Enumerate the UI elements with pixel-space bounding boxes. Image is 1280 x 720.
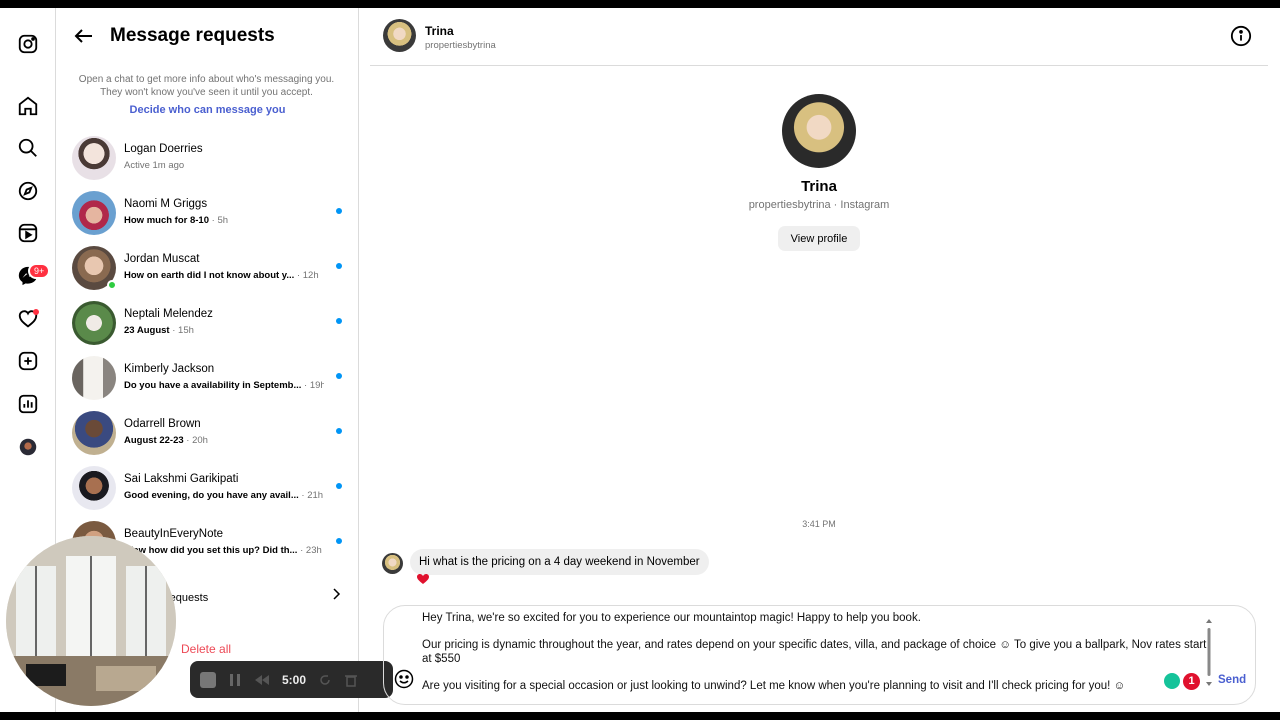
unread-dot [336, 428, 342, 434]
request-name: Logan Doerries [124, 143, 203, 155]
request-name: Jordan Muscat [124, 253, 200, 265]
trash-icon[interactable] [344, 673, 358, 687]
avatar [72, 190, 116, 235]
request-list: Logan Doerries Active 1m ago Naomi M Gri… [72, 130, 352, 570]
page-scrollbar[interactable] [1268, 8, 1280, 712]
decide-who-can-message-link[interactable]: Decide who can message you [56, 104, 359, 116]
chat-pane: Trina propertiesbytrina Trina properties… [370, 8, 1268, 712]
request-status: Active 1m ago [124, 160, 185, 171]
unread-dot [336, 538, 342, 544]
chat-username: propertiesbytrina [425, 40, 496, 51]
online-indicator [107, 279, 117, 290]
restart-icon[interactable] [318, 673, 332, 687]
dashboard-icon[interactable] [16, 392, 40, 416]
request-name: Naomi M Griggs [124, 198, 208, 210]
instagram-logo-icon[interactable] [16, 32, 40, 56]
request-item[interactable]: Naomi M Griggs How much for 8-10 · 5h [72, 185, 352, 240]
avatar [72, 135, 116, 180]
chat-avatar[interactable] [383, 19, 416, 52]
stop-record-button[interactable] [200, 671, 216, 688]
recording-timer: 5:00 [282, 672, 307, 687]
request-time: 5h [217, 215, 229, 226]
unread-badge: 9+ [28, 263, 51, 279]
draft-paragraph: Are you visiting for a special occasion … [422, 680, 1126, 692]
request-preview: 23 August [124, 325, 170, 336]
delete-all-button[interactable]: Delete all [181, 642, 231, 656]
request-name: Sai Lakshmi Garikipati [124, 473, 239, 485]
profile-name: Trina [801, 178, 837, 195]
request-preview: August 22-23 [124, 435, 184, 446]
request-preview: How on earth did I not know about y... [124, 270, 295, 281]
home-icon[interactable] [16, 94, 40, 118]
chat-name[interactable]: Trina [425, 24, 454, 38]
request-time: 15h [178, 325, 194, 336]
profile-avatar-icon[interactable] [16, 435, 40, 459]
request-name: Neptali Melendez [124, 308, 213, 320]
avatar [72, 465, 116, 510]
request-time: 21h [307, 490, 324, 501]
webcam-overlay [6, 536, 176, 706]
profile-avatar[interactable] [782, 94, 856, 168]
draft-paragraph: Our pricing is dynamic throughout the ye… [422, 639, 1207, 665]
request-time: 19h [309, 380, 324, 391]
request-time: 12h [302, 270, 319, 281]
request-preview: Wow how did you set this up? Did th... [124, 545, 298, 556]
recorder-toolbar: 5:00 [190, 661, 393, 698]
composer-scrollbar[interactable] [1206, 618, 1212, 688]
message-timestamp: 3:41 PM [802, 519, 836, 529]
avatar [72, 300, 116, 345]
view-profile-button[interactable]: View profile [778, 226, 860, 251]
request-item[interactable]: Logan Doerries Active 1m ago [72, 130, 352, 185]
request-time: 20h [192, 435, 208, 446]
notification-dot [33, 309, 39, 315]
incoming-message[interactable]: Hi what is the pricing on a 4 day weeken… [410, 549, 709, 575]
request-preview: How much for 8-10 [124, 215, 209, 226]
grammarly-icon[interactable] [1164, 673, 1180, 689]
request-item[interactable]: Kimberly Jackson Do you have a availabil… [72, 350, 352, 405]
panel-title: Message requests [110, 25, 275, 46]
create-icon[interactable] [16, 349, 40, 373]
rewind-icon[interactable] [254, 673, 270, 687]
pause-icon[interactable] [228, 673, 242, 687]
back-arrow-icon[interactable] [72, 24, 96, 48]
unread-dot [336, 208, 342, 214]
request-time: 23h [305, 545, 322, 556]
info-icon[interactable] [1230, 25, 1252, 47]
profile-subtitle: propertiesbytrina · Instagram [748, 199, 890, 211]
chat-header: Trina propertiesbytrina [370, 8, 1268, 66]
message-input[interactable]: Hey Trina, we're so excited for you to e… [422, 611, 1208, 704]
reels-icon[interactable] [16, 221, 40, 245]
heart-reaction-icon[interactable] [416, 573, 430, 585]
emoji-icon[interactable] [394, 669, 414, 689]
unread-dot [336, 483, 342, 489]
request-item[interactable]: Sai Lakshmi Garikipati Good evening, do … [72, 460, 352, 515]
avatar [72, 410, 116, 455]
request-item[interactable]: Jordan Muscat How on earth did I not kno… [72, 240, 352, 295]
sender-avatar [382, 553, 403, 574]
chevron-right-icon[interactable] [330, 588, 342, 600]
unread-dot [336, 373, 342, 379]
request-item[interactable]: Odarrell Brown August 22-23 · 20h [72, 405, 352, 460]
avatar [72, 355, 116, 400]
request-name: BeautyInEveryNote [124, 528, 224, 540]
request-preview: Do you have a availability in Septemb... [124, 380, 302, 391]
request-item[interactable]: Neptali Melendez 23 August · 15h [72, 295, 352, 350]
unread-dot [336, 318, 342, 324]
request-preview: Good evening, do you have any avail... [124, 490, 299, 501]
request-name: Kimberly Jackson [124, 363, 215, 375]
request-name: Odarrell Brown [124, 418, 201, 430]
requests-info-text: Open a chat to get more info about who's… [78, 74, 335, 98]
draft-paragraph: Hey Trina, we're so excited for you to e… [422, 612, 921, 624]
app-window: 9+ Message requests Open a chat to get m… [0, 8, 1280, 712]
message-composer[interactable]: Hey Trina, we're so excited for you to e… [383, 605, 1256, 705]
send-button[interactable]: Send [1218, 674, 1246, 686]
unread-dot [336, 263, 342, 269]
explore-icon[interactable] [16, 179, 40, 203]
search-icon[interactable] [16, 136, 40, 160]
extension-count-badge[interactable]: 1 [1183, 673, 1200, 690]
avatar [72, 245, 117, 290]
